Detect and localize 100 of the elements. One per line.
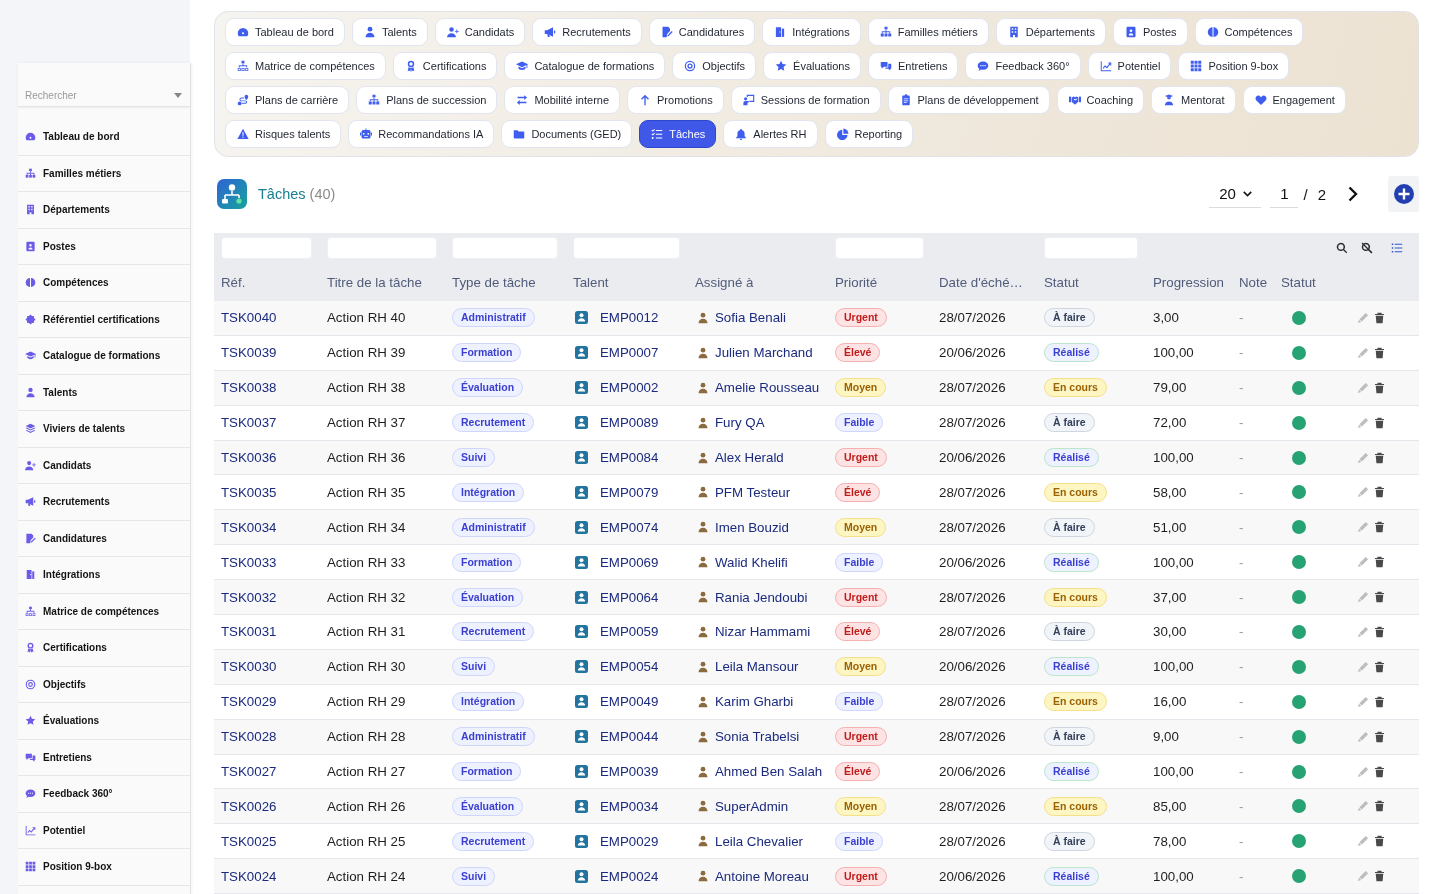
nav-tab[interactable]: Plans de développement <box>887 86 1050 114</box>
talent-link[interactable]: EMP0064 <box>600 589 659 605</box>
trash-icon[interactable] <box>1374 451 1385 464</box>
talent-link[interactable]: EMP0039 <box>600 764 659 779</box>
talent-link[interactable]: EMP0079 <box>600 484 659 500</box>
page-size-select[interactable]: 20 <box>1209 180 1262 208</box>
sidebar-item[interactable]: Compétences <box>18 265 190 302</box>
nav-tab[interactable]: Certifications <box>392 52 498 80</box>
nav-tab[interactable]: Recommandations IA <box>348 120 495 148</box>
nav-tab[interactable]: Talents <box>351 18 428 46</box>
nav-tab[interactable]: Entretiens <box>867 52 959 80</box>
assignee-link[interactable]: SuperAdmin <box>715 798 789 814</box>
nav-tab[interactable]: Alertes RH <box>723 120 818 148</box>
task-link[interactable]: TSK0030 <box>221 659 277 675</box>
trash-icon[interactable] <box>1374 660 1385 673</box>
search-off-icon[interactable] <box>1361 242 1373 254</box>
talent-link[interactable]: EMP0002 <box>600 380 659 396</box>
sidebar-item[interactable]: Départements <box>18 192 190 229</box>
trash-icon[interactable] <box>1374 625 1385 638</box>
talent-link[interactable]: EMP0074 <box>600 519 659 535</box>
pencil-icon[interactable] <box>1357 870 1369 883</box>
sidebar-item[interactable]: Candidatures <box>18 520 190 557</box>
talent-link[interactable]: EMP0044 <box>600 729 659 745</box>
pencil-icon[interactable] <box>1357 660 1369 673</box>
nav-tab[interactable]: Promotions <box>627 86 724 114</box>
page-field[interactable]: 1 <box>1270 180 1299 208</box>
task-link[interactable]: TSK0027 <box>221 764 277 779</box>
pencil-icon[interactable] <box>1357 591 1369 604</box>
nav-tab[interactable]: Familles métiers <box>867 18 989 46</box>
assignee-link[interactable]: Alex Herald <box>715 450 784 465</box>
assignee-link[interactable]: Leila Mansour <box>715 659 799 675</box>
talent-link[interactable]: EMP0029 <box>600 833 659 849</box>
pencil-icon[interactable] <box>1357 556 1369 569</box>
nav-tab[interactable]: Position 9-box <box>1178 52 1290 80</box>
pencil-icon[interactable] <box>1357 416 1369 429</box>
nav-tab[interactable]: Mobilité interne <box>504 86 621 114</box>
nav-tab[interactable]: Recrutements <box>532 18 642 46</box>
sidebar-item[interactable]: Matrice de compétences <box>18 593 190 630</box>
task-link[interactable]: TSK0031 <box>221 624 277 640</box>
nav-tab[interactable]: Risques talents <box>225 120 342 148</box>
nav-tab[interactable]: Matrice de compétences <box>225 52 386 80</box>
nav-tab[interactable]: Candidats <box>434 18 526 46</box>
nav-tab[interactable]: Plans de carrière <box>225 86 350 114</box>
assignee-link[interactable]: Rania Jendoubi <box>715 589 808 605</box>
nav-tab[interactable]: Tâches <box>639 120 717 148</box>
add-button[interactable] <box>1388 176 1419 212</box>
pencil-icon[interactable] <box>1357 800 1369 813</box>
pencil-icon[interactable] <box>1357 695 1369 708</box>
sidebar-item[interactable]: Entretiens <box>18 739 190 776</box>
assignee-link[interactable]: Sonia Trabelsi <box>715 729 800 745</box>
task-link[interactable]: TSK0028 <box>221 729 277 745</box>
pencil-icon[interactable] <box>1357 730 1369 743</box>
talent-link[interactable]: EMP0084 <box>600 450 659 465</box>
sidebar-item[interactable]: Certifications <box>18 630 190 667</box>
nav-tab[interactable]: Engagement <box>1242 86 1346 114</box>
search-icon[interactable] <box>1336 242 1348 254</box>
sidebar-item[interactable]: Candidats <box>18 447 190 484</box>
task-link[interactable]: TSK0033 <box>221 554 277 570</box>
sidebar-item[interactable]: Référentiel certifications <box>18 301 190 338</box>
sidebar-item[interactable]: Recrutements <box>18 484 190 521</box>
assignee-link[interactable]: Imen Bouzid <box>715 519 789 535</box>
talent-link[interactable]: EMP0012 <box>600 310 659 326</box>
pencil-icon[interactable] <box>1357 521 1369 534</box>
sidebar-item[interactable]: Objectifs <box>18 666 190 703</box>
nav-tab[interactable]: Documents (GED) <box>501 120 633 148</box>
assignee-link[interactable]: Karim Gharbi <box>715 694 794 710</box>
sidebar-item[interactable]: Tableau de bord <box>18 119 190 156</box>
list-icon[interactable] <box>1391 242 1403 254</box>
trash-icon[interactable] <box>1374 800 1385 813</box>
pencil-icon[interactable] <box>1357 625 1369 638</box>
talent-link[interactable]: EMP0034 <box>600 798 659 814</box>
talent-link[interactable]: EMP0049 <box>600 694 659 710</box>
talent-link[interactable]: EMP0069 <box>600 554 659 570</box>
trash-icon[interactable] <box>1374 486 1385 499</box>
nav-tab[interactable]: Coaching <box>1056 86 1145 114</box>
trash-icon[interactable] <box>1374 870 1385 883</box>
pencil-icon[interactable] <box>1357 346 1369 359</box>
pencil-icon[interactable] <box>1357 835 1369 848</box>
nav-tab[interactable]: Sessions de formation <box>730 86 881 114</box>
nav-tab[interactable]: Catalogue de formations <box>504 52 666 80</box>
pencil-icon[interactable] <box>1357 381 1369 394</box>
trash-icon[interactable] <box>1374 835 1385 848</box>
assignee-link[interactable]: PFM Testeur <box>715 484 791 500</box>
trash-icon[interactable] <box>1374 381 1385 394</box>
sidebar-item[interactable]: Évaluations <box>18 703 190 740</box>
task-link[interactable]: TSK0040 <box>221 310 277 326</box>
nav-tab[interactable]: Objectifs <box>672 52 757 80</box>
assignee-link[interactable]: Nizar Hammami <box>715 624 811 640</box>
pencil-icon[interactable] <box>1357 765 1369 778</box>
trash-icon[interactable] <box>1374 346 1385 359</box>
trash-icon[interactable] <box>1374 695 1385 708</box>
pencil-icon[interactable] <box>1357 486 1369 499</box>
nav-tab[interactable]: Potentiel <box>1087 52 1172 80</box>
sidebar-item[interactable]: Potentiel <box>18 812 190 849</box>
sidebar-item[interactable]: Familles métiers <box>18 155 190 192</box>
task-link[interactable]: TSK0032 <box>221 589 277 605</box>
assignee-link[interactable]: Leila Chevalier <box>715 833 803 849</box>
nav-tab[interactable]: Compétences <box>1194 18 1304 46</box>
task-link[interactable]: TSK0025 <box>221 833 277 849</box>
sidebar-item[interactable]: Postes <box>18 228 190 265</box>
